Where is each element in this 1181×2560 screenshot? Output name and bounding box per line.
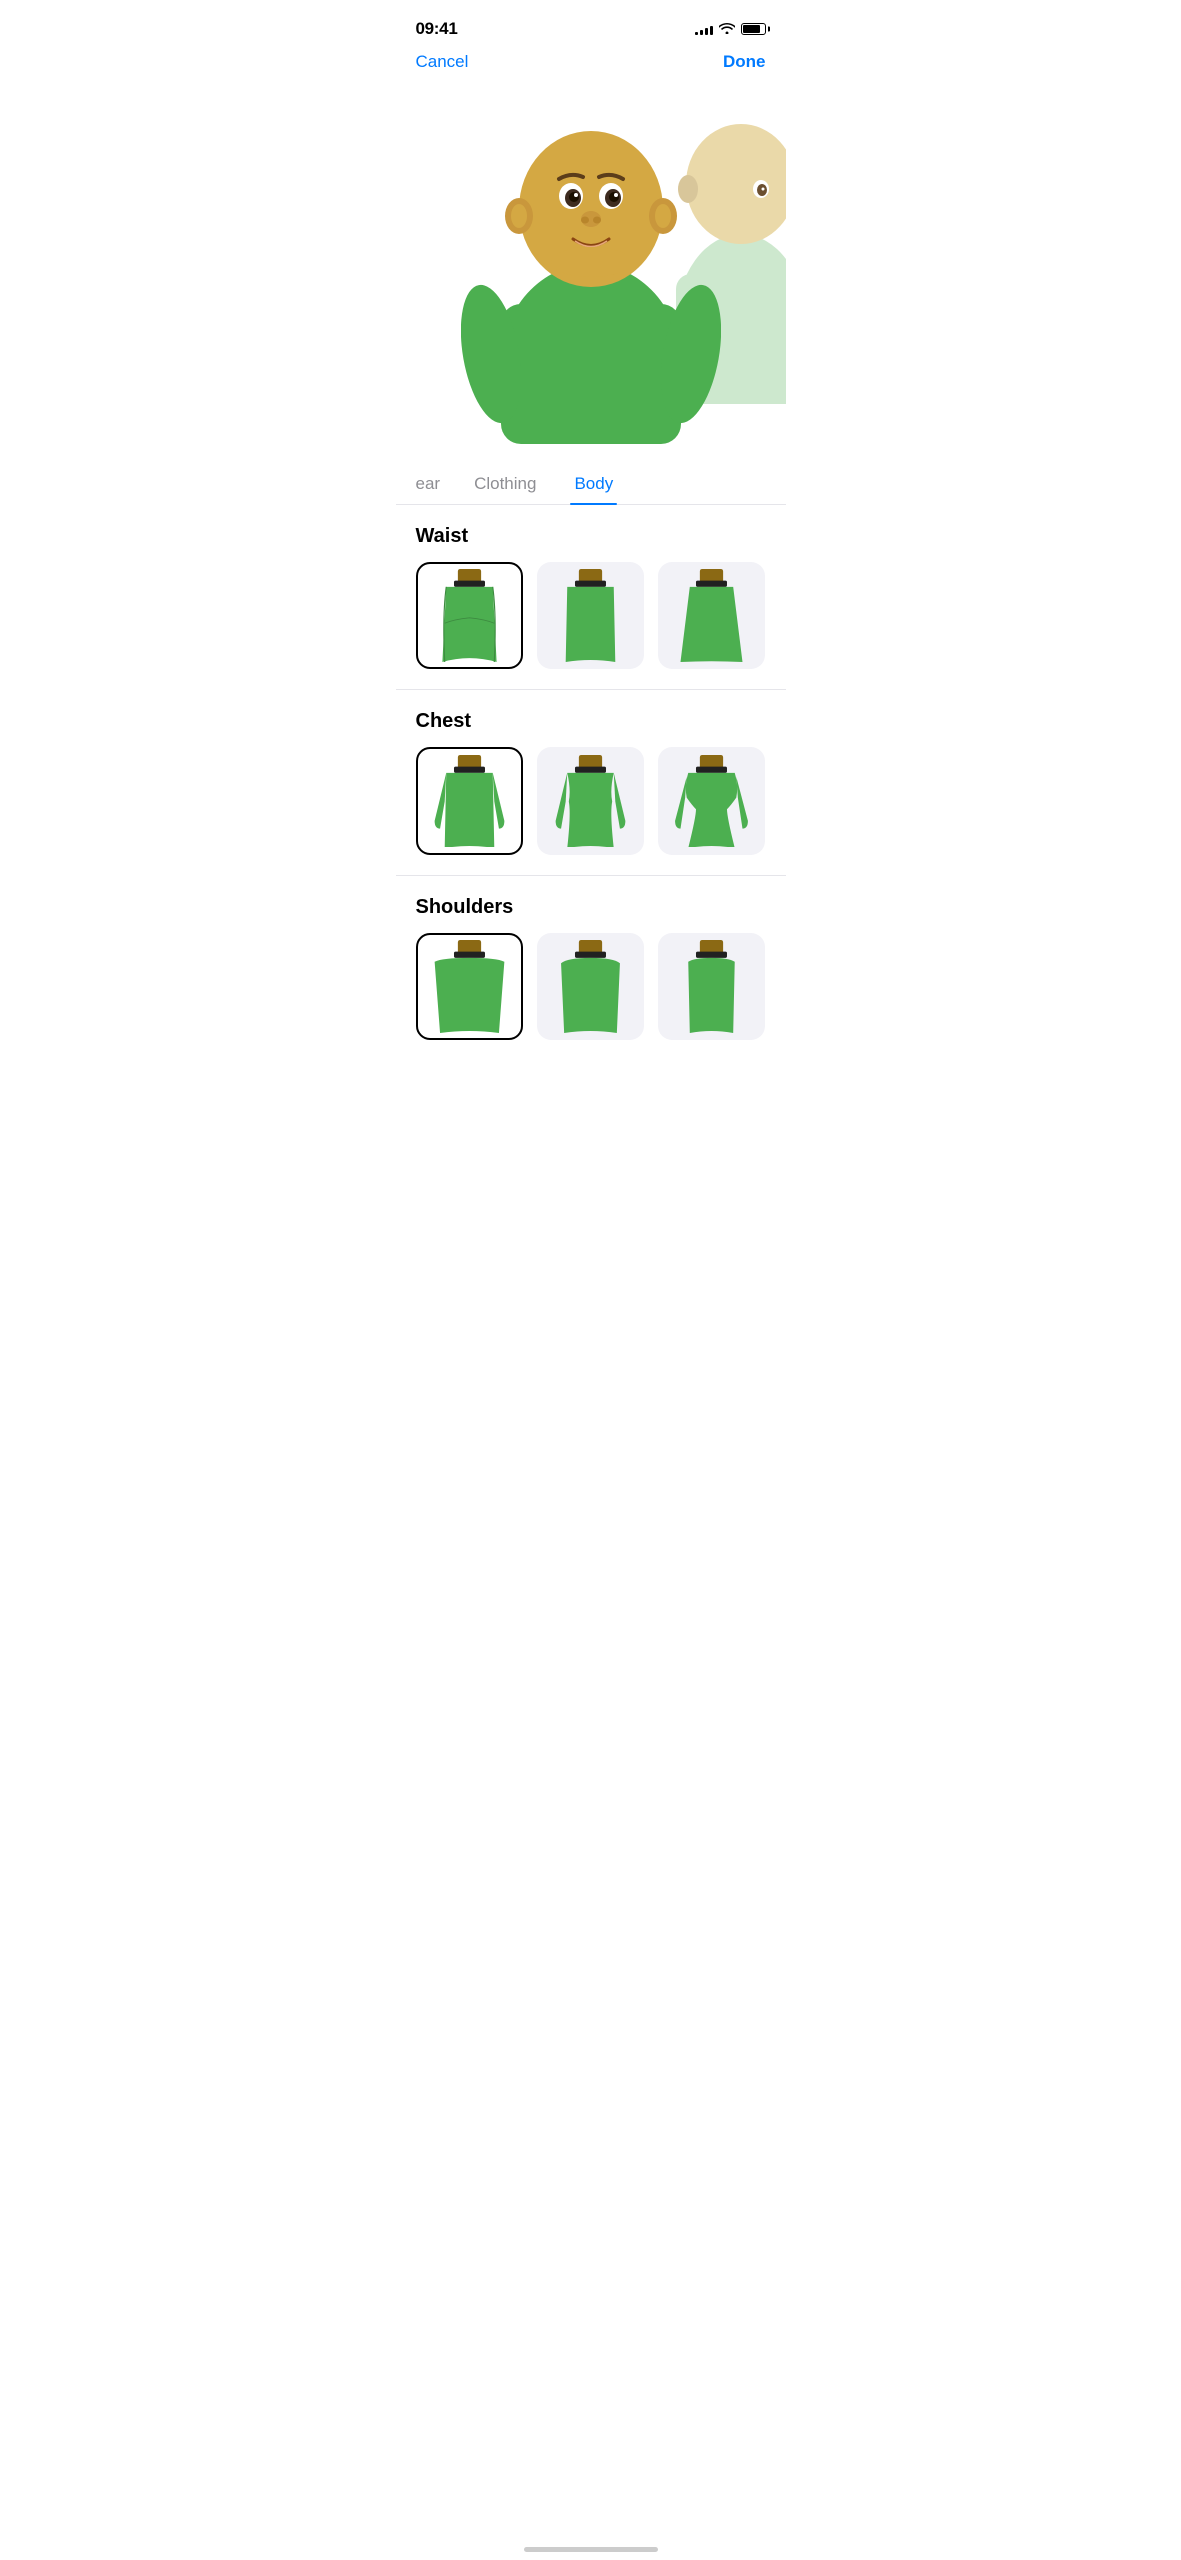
waist-section: Waist [396, 505, 786, 690]
waist-options-row [416, 562, 766, 669]
chest-option-1[interactable] [416, 747, 523, 854]
status-time: 09:41 [416, 19, 458, 39]
waist-option-3[interactable] [658, 562, 765, 669]
cancel-button[interactable]: Cancel [416, 52, 469, 72]
wifi-icon [719, 21, 735, 37]
chest-option-3[interactable] [658, 747, 765, 854]
signal-icon [695, 23, 713, 35]
tab-body[interactable]: Body [570, 464, 617, 504]
chest-title: Chest [416, 710, 766, 733]
home-indicator [524, 2547, 658, 2552]
shoulders-option-2[interactable] [537, 933, 644, 1040]
status-icons [695, 21, 766, 37]
chest-section: Chest [396, 690, 786, 875]
avatar-preview [396, 84, 786, 464]
waist-option-1[interactable] [416, 562, 523, 669]
tab-clothing[interactable]: Clothing [470, 464, 540, 504]
nav-bar: Cancel Done [396, 44, 786, 84]
shoulders-section: Shoulders [396, 876, 786, 1060]
shoulders-option-1[interactable] [416, 933, 523, 1040]
body-options: Waist [396, 505, 786, 1060]
tab-headwear[interactable]: ear [416, 464, 441, 504]
status-bar: 09:41 [396, 0, 786, 44]
chest-option-2[interactable] [537, 747, 644, 854]
battery-icon [741, 23, 766, 35]
shoulders-option-3[interactable] [658, 933, 765, 1040]
shoulders-title: Shoulders [416, 896, 766, 919]
tab-navigation: ear Clothing Body [396, 464, 786, 505]
waist-title: Waist [416, 525, 766, 548]
avatar-main [461, 104, 721, 444]
waist-option-2[interactable] [537, 562, 644, 669]
shoulders-options-row [416, 933, 766, 1040]
done-button[interactable]: Done [723, 52, 766, 72]
chest-options-row [416, 747, 766, 854]
